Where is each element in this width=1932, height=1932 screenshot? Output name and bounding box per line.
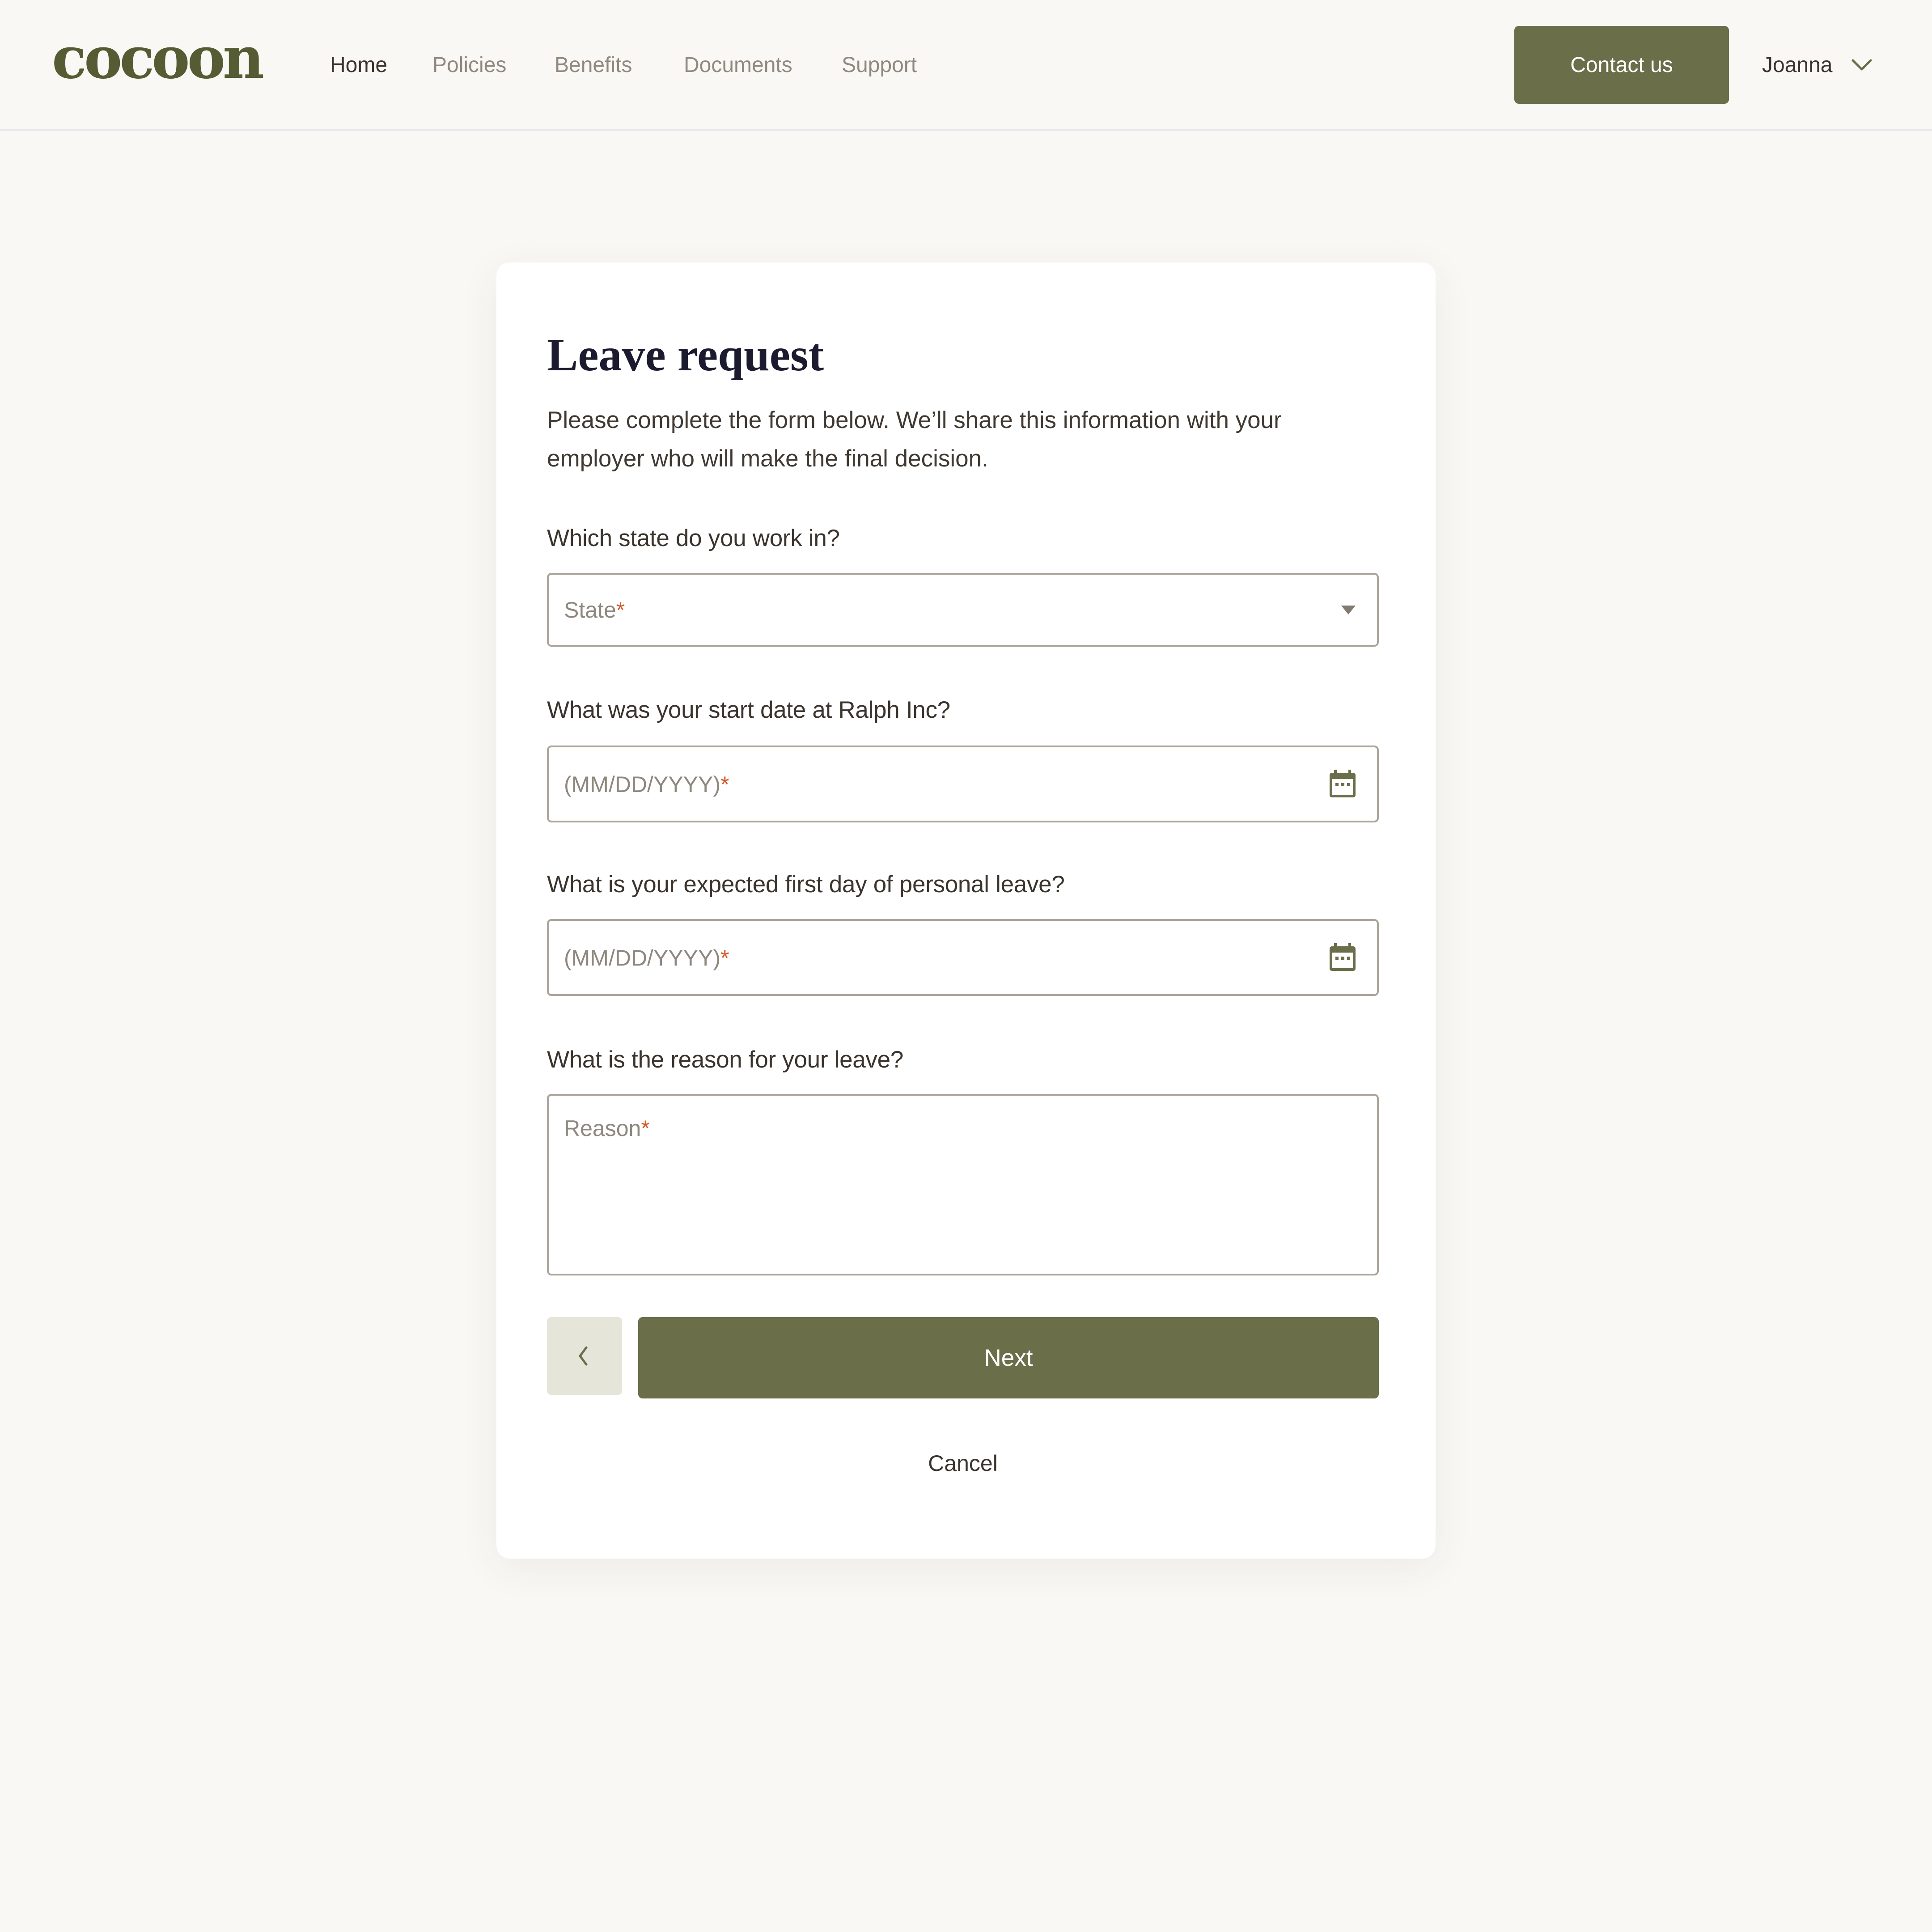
page-title: Leave request [547,329,824,381]
chevron-left-icon [579,1346,588,1366]
required-mark: * [720,772,729,797]
calendar-icon[interactable] [1330,943,1356,972]
leave-start-date-input[interactable]: (MM/DD/YYYY)* [547,919,1379,996]
state-select[interactable]: State* [547,573,1379,647]
state-placeholder: State* [564,597,625,623]
leave-start-question-label: What is your expected first day of perso… [547,871,1065,898]
form-intro: Please complete the form below. We’ll sh… [547,407,1282,472]
reason-placeholder: Reason* [564,1116,650,1141]
required-mark: * [720,945,729,970]
state-question-label: Which state do you work in? [547,525,840,551]
nav-item-policies[interactable]: Policies [432,52,506,79]
nav-item-documents[interactable]: Documents [684,52,792,79]
start-date-placeholder: (MM/DD/YYYY)* [564,772,729,797]
reason-textarea[interactable]: Reason* [547,1094,1379,1275]
leave-request-card: Leave request Please complete the form b… [496,263,1436,1559]
next-button[interactable]: Next [638,1317,1379,1398]
dropdown-arrow-icon [1341,605,1356,614]
start-date-input[interactable]: (MM/DD/YYYY)* [547,746,1379,822]
contact-us-button[interactable]: Contact us [1514,26,1729,104]
back-button[interactable] [547,1317,622,1395]
nav-item-home[interactable]: Home [330,52,387,79]
reason-question-label: What is the reason for your leave? [547,1046,903,1073]
leave-start-placeholder: (MM/DD/YYYY)* [564,945,729,970]
top-navigation-bar: cocoon Home Policies Benefits Documents … [0,0,1932,131]
nav-item-support[interactable]: Support [842,52,917,79]
user-menu[interactable]: Joanna [1762,52,1873,79]
chevron-down-icon [1852,59,1872,71]
cocoon-logo[interactable]: cocoon [52,30,264,87]
required-mark: * [616,597,625,623]
required-mark: * [641,1116,650,1141]
calendar-icon[interactable] [1330,770,1356,798]
nav-item-benefits[interactable]: Benefits [555,52,632,79]
cancel-button[interactable]: Cancel [547,1448,1379,1479]
user-name: Joanna [1762,53,1833,77]
start-date-question-label: What was your start date at Ralph Inc? [547,697,950,723]
